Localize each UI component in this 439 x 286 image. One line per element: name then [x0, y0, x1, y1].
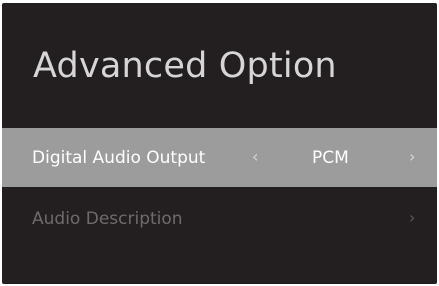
setting-label-audio-description: Audio Description — [32, 209, 183, 229]
setting-row-audio-description[interactable]: Audio Description › — [2, 189, 437, 249]
advanced-option-panel: Advanced Option Digital Audio Output ‹ P… — [2, 3, 437, 284]
chevron-left-icon[interactable]: ‹ — [252, 148, 258, 166]
chevron-right-icon[interactable]: › — [409, 148, 415, 166]
chevron-right-icon[interactable]: › — [409, 209, 415, 227]
setting-row-digital-audio-output[interactable]: Digital Audio Output ‹ PCM › — [2, 128, 437, 187]
page-title: Advanced Option — [33, 46, 337, 86]
setting-value-digital-audio-output: PCM — [312, 148, 349, 168]
setting-label-digital-audio-output: Digital Audio Output — [32, 148, 206, 168]
